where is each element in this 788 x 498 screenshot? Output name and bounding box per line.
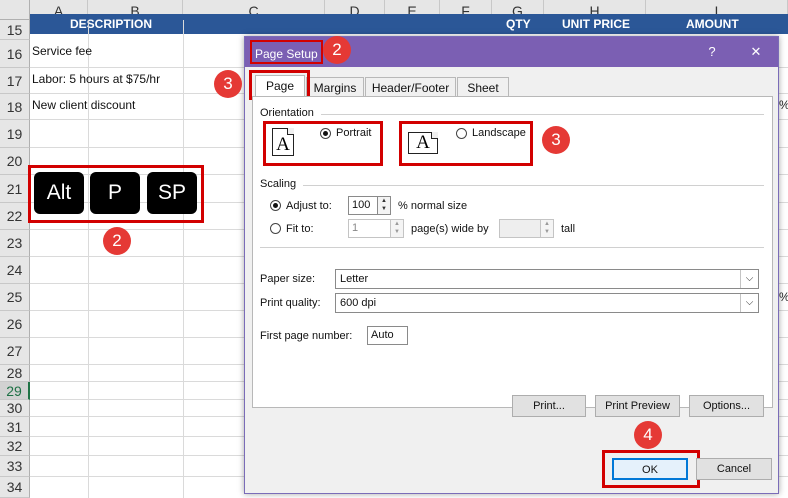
adjust-to-spinner[interactable]: ▲ ▼ xyxy=(378,196,391,215)
cell-a17[interactable]: Labor: 5 hours at $75/hr xyxy=(32,72,160,86)
portrait-label[interactable]: Portrait xyxy=(336,127,371,139)
row-header-19[interactable]: 19 xyxy=(0,120,30,148)
close-icon[interactable]: ✕ xyxy=(741,37,771,67)
portrait-letter-glyph: A xyxy=(276,134,290,155)
first-page-input[interactable]: Auto xyxy=(367,326,408,345)
fit-to-radio[interactable] xyxy=(270,223,281,234)
row-header-29[interactable]: 29 xyxy=(0,382,30,400)
separator xyxy=(321,114,764,115)
chevron-down-icon[interactable]: ⌵ xyxy=(740,270,758,288)
print-quality-select[interactable]: 600 dpi ⌵ xyxy=(335,293,759,313)
adjust-to-radio[interactable] xyxy=(270,200,281,211)
step-badge-shortcut: 2 xyxy=(103,227,131,255)
paper-size-label: Paper size: xyxy=(260,273,316,285)
adjust-to-suffix: % normal size xyxy=(398,200,468,212)
row-header-23[interactable]: 23 xyxy=(0,230,30,257)
key-alt: Alt xyxy=(34,172,84,214)
row-header-33[interactable]: 33 xyxy=(0,456,30,477)
chevron-down-icon[interactable]: ⌵ xyxy=(740,294,758,312)
tab-header-footer[interactable]: Header/Footer xyxy=(365,77,456,97)
row-header-34[interactable]: 34 xyxy=(0,477,30,498)
key-p: P xyxy=(90,172,140,214)
step-badge-title: 2 xyxy=(323,36,351,64)
row-header-28[interactable]: 28 xyxy=(0,365,30,382)
step-badge-tab: 3 xyxy=(214,70,242,98)
landscape-radio[interactable] xyxy=(456,128,467,139)
header-amount: AMOUNT xyxy=(686,17,739,31)
row-header-24[interactable]: 24 xyxy=(0,257,30,284)
landscape-label[interactable]: Landscape xyxy=(472,127,526,139)
row-header-17[interactable]: 17 xyxy=(0,68,30,94)
separator xyxy=(260,247,764,248)
header-unit-price: UNIT PRICE xyxy=(562,17,631,31)
select-all-corner[interactable] xyxy=(0,0,30,20)
help-icon[interactable]: ? xyxy=(697,37,727,67)
orientation-label: Orientation xyxy=(260,107,314,119)
fit-tall-input[interactable] xyxy=(499,219,541,238)
print-quality-label: Print quality: xyxy=(260,297,321,309)
fit-wide-suffix: page(s) wide by xyxy=(411,223,489,235)
row-header-27[interactable]: 27 xyxy=(0,338,30,365)
portrait-page-icon: A xyxy=(272,128,294,156)
row-header-26[interactable]: 26 xyxy=(0,311,30,338)
ok-button[interactable]: OK xyxy=(612,458,688,480)
fit-wide-input[interactable]: 1 xyxy=(348,219,391,238)
landscape-page-icon: A xyxy=(408,132,438,154)
page-setup-dialog: Page Setup ? ✕ Page Margins Header/Foote… xyxy=(244,36,779,494)
key-sp: SP xyxy=(147,172,197,214)
tab-sheet[interactable]: Sheet xyxy=(457,77,509,97)
cell-a18[interactable]: New client discount xyxy=(32,98,135,112)
separator xyxy=(303,185,764,186)
first-page-label: First page number: xyxy=(260,330,353,342)
fit-wide-spinner[interactable]: ▲ ▼ xyxy=(391,219,404,238)
print-button[interactable]: Print... xyxy=(512,395,586,417)
row-header-31[interactable]: 31 xyxy=(0,417,30,437)
print-quality-value: 600 dpi xyxy=(340,297,377,309)
gridline xyxy=(183,20,184,498)
paper-size-value: Letter xyxy=(340,273,369,285)
scaling-label: Scaling xyxy=(260,178,297,190)
dialog-title: Page Setup xyxy=(250,40,323,64)
tab-margins[interactable]: Margins xyxy=(306,77,364,97)
options-button[interactable]: Options... xyxy=(689,395,764,417)
landscape-letter-glyph: A xyxy=(416,132,430,153)
gridline xyxy=(88,20,89,498)
cancel-button[interactable]: Cancel xyxy=(696,458,772,480)
cell-fragment-18: %) xyxy=(779,98,788,112)
header-description: DESCRIPTION xyxy=(70,17,153,31)
page-tab-panel: Orientation A Portrait A Landscape Scali… xyxy=(252,96,773,417)
fit-to-label[interactable]: Fit to: xyxy=(286,223,314,235)
row-header-21[interactable]: 21 xyxy=(0,175,30,203)
row-header-32[interactable]: 32 xyxy=(0,437,30,456)
row-header-16[interactable]: 16 xyxy=(0,40,30,68)
step-badge-orientation: 3 xyxy=(542,126,570,154)
row-header-30[interactable]: 30 xyxy=(0,400,30,417)
row-header-20[interactable]: 20 xyxy=(0,148,30,175)
fit-tall-spinner[interactable]: ▲ ▼ xyxy=(541,219,554,238)
row-header-22[interactable]: 22 xyxy=(0,203,30,230)
adjust-to-label[interactable]: Adjust to: xyxy=(286,200,332,212)
fit-tall-suffix: tall xyxy=(561,223,576,235)
row-header-15[interactable]: 15 xyxy=(0,20,30,40)
adjust-to-input[interactable]: 100 xyxy=(348,196,378,215)
portrait-radio[interactable] xyxy=(320,128,331,139)
header-qty: QTY xyxy=(506,17,531,31)
row-header-25[interactable]: 25 xyxy=(0,284,30,311)
paper-size-select[interactable]: Letter ⌵ xyxy=(335,269,759,289)
cell-fragment-25: % xyxy=(779,290,788,304)
cell-a16[interactable]: Service fee xyxy=(32,44,92,58)
print-preview-button[interactable]: Print Preview xyxy=(595,395,680,417)
row-header-18[interactable]: 18 xyxy=(0,94,30,120)
step-badge-ok: 4 xyxy=(634,421,662,449)
